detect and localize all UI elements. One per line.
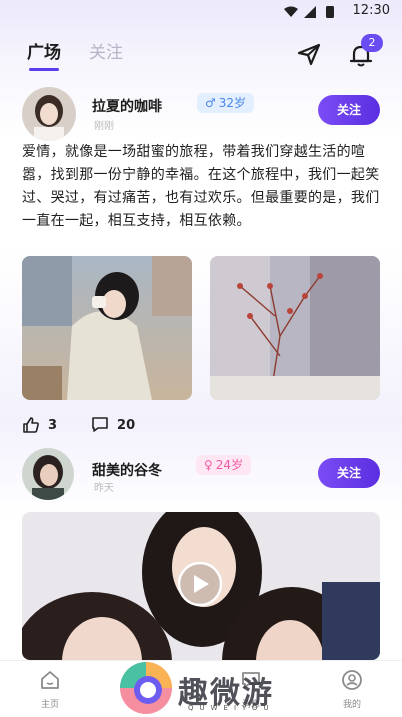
- thumbs-up-icon: [23, 417, 39, 433]
- follow-button[interactable]: 关注: [318, 95, 380, 125]
- home-icon: [41, 671, 59, 689]
- post-image[interactable]: [22, 256, 192, 400]
- status-time: 12:30: [352, 3, 390, 18]
- comment-button[interactable]: 20: [91, 416, 135, 434]
- send-icon[interactable]: [296, 42, 322, 66]
- nav-profile-label: 我的: [342, 700, 361, 710]
- notification-badge: 2: [361, 34, 383, 52]
- age-text: 32岁: [218, 96, 247, 110]
- feed-tabs: 广场 关注: [27, 42, 123, 71]
- like-button[interactable]: 3: [22, 416, 57, 434]
- username[interactable]: 甜美的谷冬: [92, 460, 162, 480]
- battery-icon: [326, 6, 334, 18]
- comment-count: 20: [117, 417, 136, 433]
- wifi-icon: [284, 6, 298, 17]
- nav-home-label: 主页: [40, 700, 59, 710]
- status-icons: [284, 6, 334, 18]
- post-text: 爱情，就像是一场甜蜜的旅程，带着我们穿越生活的喧嚣，找到那一份宁静的幸福。在这个…: [22, 144, 380, 229]
- nav-profile[interactable]: 我的: [322, 669, 382, 710]
- tab-square[interactable]: 广场: [27, 42, 61, 71]
- tab-following[interactable]: 关注: [89, 42, 123, 64]
- female-icon: ♀: [204, 458, 213, 472]
- post-image[interactable]: [210, 256, 380, 400]
- profile-icon: [342, 670, 362, 690]
- username[interactable]: 拉夏的咖啡: [92, 96, 162, 116]
- status-bar: 12:30: [0, 0, 402, 24]
- post-time: 刚刚: [94, 121, 114, 132]
- age-badge: ♀ 24岁: [196, 455, 252, 475]
- post-stats: 3 20: [22, 416, 135, 434]
- age-badge: ♂ 32岁: [197, 93, 255, 113]
- age-text: 24岁: [215, 458, 244, 472]
- post-time: 昨天: [94, 483, 114, 494]
- like-count: 3: [48, 417, 58, 433]
- post-video[interactable]: [22, 512, 380, 660]
- avatar[interactable]: [22, 448, 74, 500]
- male-icon: ♂: [205, 96, 216, 110]
- avatar[interactable]: [22, 87, 76, 141]
- follow-button[interactable]: 关注: [318, 458, 380, 488]
- watermark-subtext: QUWEIYOU: [188, 704, 275, 712]
- signal-icon: [304, 6, 316, 18]
- comment-icon: [92, 417, 108, 432]
- nav-home[interactable]: 主页: [20, 669, 80, 710]
